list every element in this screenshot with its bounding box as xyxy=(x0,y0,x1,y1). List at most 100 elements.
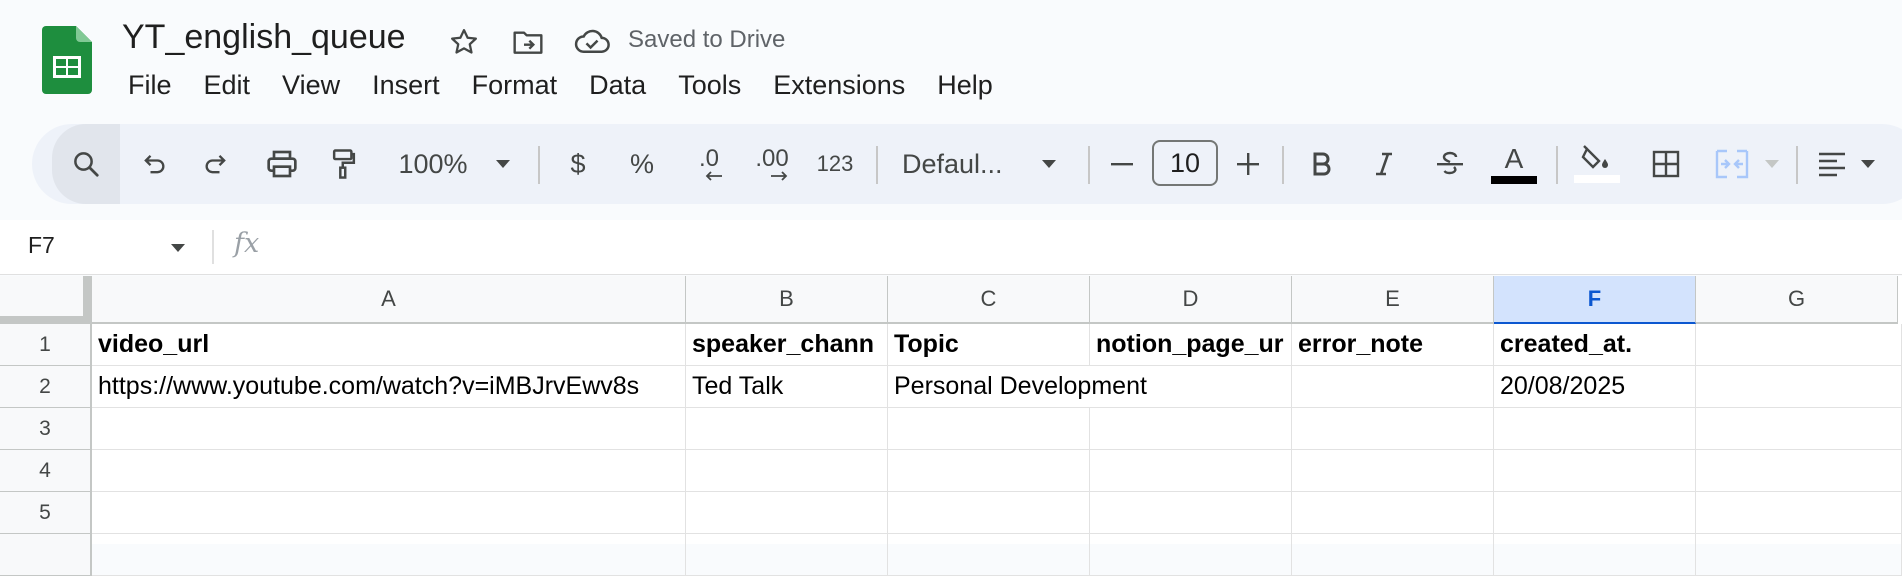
cell-c5[interactable] xyxy=(888,492,1090,534)
menu-data[interactable]: Data xyxy=(573,68,662,102)
star-icon[interactable] xyxy=(446,24,482,60)
cell-e6[interactable] xyxy=(1292,534,1494,576)
cell-f5[interactable] xyxy=(1494,492,1696,534)
cell-c6[interactable] xyxy=(888,534,1090,576)
save-status: Saved to Drive xyxy=(628,26,786,53)
align-dropdown-icon[interactable] xyxy=(1854,124,1882,204)
cell-c3[interactable] xyxy=(888,408,1090,450)
font-family-select[interactable]: Defaul... xyxy=(902,124,1020,204)
fill-color-button[interactable] xyxy=(1572,124,1622,204)
row-header-4[interactable]: 4 xyxy=(0,450,92,492)
cell-b2[interactable]: Ted Talk xyxy=(686,366,888,408)
cell-f3[interactable] xyxy=(1494,408,1696,450)
formula-input[interactable] xyxy=(280,226,1880,266)
more-formats-button[interactable]: 123 xyxy=(810,124,860,204)
cell-e2[interactable] xyxy=(1292,366,1494,408)
cell-f4[interactable] xyxy=(1494,450,1696,492)
cell-g6[interactable] xyxy=(1696,534,1902,576)
strikethrough-icon[interactable] xyxy=(1428,124,1472,204)
cell-d5[interactable] xyxy=(1090,492,1292,534)
row-header-6[interactable] xyxy=(0,534,92,576)
font-size-input[interactable]: 10 xyxy=(1152,140,1218,186)
cell-g5[interactable] xyxy=(1696,492,1902,534)
bold-icon[interactable] xyxy=(1300,124,1344,204)
cell-g4[interactable] xyxy=(1696,450,1902,492)
row-header-1[interactable]: 1 xyxy=(0,324,92,366)
increase-decimal-button[interactable]: .00 xyxy=(744,124,800,204)
cell-f1[interactable]: created_at. xyxy=(1494,324,1696,366)
cell-e1[interactable]: error_note xyxy=(1292,324,1494,366)
menu-edit[interactable]: Edit xyxy=(188,68,267,102)
search-menus-icon[interactable] xyxy=(52,124,120,204)
cell-b5[interactable] xyxy=(686,492,888,534)
cell-e5[interactable] xyxy=(1292,492,1494,534)
menu-extensions[interactable]: Extensions xyxy=(757,68,921,102)
menu-file[interactable]: File xyxy=(112,68,188,102)
cell-g1[interactable] xyxy=(1696,324,1902,366)
menu-tools[interactable]: Tools xyxy=(662,68,757,102)
text-color-swatch xyxy=(1491,176,1537,184)
document-title[interactable]: YT_english_queue xyxy=(122,18,406,57)
cell-c1[interactable]: Topic xyxy=(888,324,1090,366)
undo-icon[interactable] xyxy=(132,124,176,204)
cell-a5[interactable] xyxy=(92,492,686,534)
merge-cells-icon[interactable] xyxy=(1708,124,1756,204)
cell-c2[interactable]: Personal Development xyxy=(888,366,1147,408)
increase-font-size-icon[interactable] xyxy=(1228,124,1268,204)
column-header-a[interactable]: A xyxy=(92,276,686,324)
column-header-b[interactable]: B xyxy=(686,276,888,324)
menu-insert[interactable]: Insert xyxy=(356,68,456,102)
cell-e4[interactable] xyxy=(1292,450,1494,492)
column-header-c[interactable]: C xyxy=(888,276,1090,324)
text-color-button[interactable]: A xyxy=(1490,124,1538,204)
cell-f2[interactable]: 20/08/2025 xyxy=(1494,366,1696,408)
cell-a4[interactable] xyxy=(92,450,686,492)
cell-e3[interactable] xyxy=(1292,408,1494,450)
name-box-dropdown-icon[interactable] xyxy=(170,240,186,258)
font-dropdown-icon[interactable] xyxy=(1034,124,1064,204)
zoom-select[interactable]: 100% xyxy=(388,124,478,204)
cell-g3[interactable] xyxy=(1696,408,1902,450)
sheets-logo-icon[interactable] xyxy=(42,26,92,94)
currency-format-button[interactable]: $ xyxy=(558,124,598,204)
column-header-g[interactable]: G xyxy=(1696,276,1898,324)
menu-help[interactable]: Help xyxy=(921,68,1009,102)
cell-d1[interactable]: notion_page_ur xyxy=(1090,324,1292,366)
column-header-d[interactable]: D xyxy=(1090,276,1292,324)
cell-a6[interactable] xyxy=(92,534,686,576)
cell-b6[interactable] xyxy=(686,534,888,576)
cell-b3[interactable] xyxy=(686,408,888,450)
row-header-3[interactable]: 3 xyxy=(0,408,92,450)
menu-view[interactable]: View xyxy=(266,68,356,102)
cell-c4[interactable] xyxy=(888,450,1090,492)
decrease-font-size-icon[interactable] xyxy=(1102,124,1142,204)
select-all-corner[interactable] xyxy=(0,276,92,324)
cell-a3[interactable] xyxy=(92,408,686,450)
column-header-f[interactable]: F xyxy=(1494,276,1696,324)
cell-b1[interactable]: speaker_chann xyxy=(686,324,888,366)
redo-icon[interactable] xyxy=(194,124,238,204)
cell-a2[interactable]: https://www.youtube.com/watch?v=iMBJrvEw… xyxy=(92,366,686,408)
italic-icon[interactable] xyxy=(1362,124,1406,204)
print-icon[interactable] xyxy=(258,124,306,204)
cell-d3[interactable] xyxy=(1090,408,1292,450)
decrease-decimal-button[interactable]: .0 xyxy=(684,124,734,204)
row-header-5[interactable]: 5 xyxy=(0,492,92,534)
menu-format[interactable]: Format xyxy=(456,68,574,102)
cell-a1[interactable]: video_url xyxy=(92,324,686,366)
zoom-dropdown-icon[interactable] xyxy=(488,124,518,204)
percent-format-button[interactable]: % xyxy=(622,124,662,204)
cell-d6[interactable] xyxy=(1090,534,1292,576)
move-folder-icon[interactable] xyxy=(510,24,546,60)
paint-format-icon[interactable] xyxy=(322,124,366,204)
name-box[interactable]: F7 xyxy=(28,232,55,259)
column-header-e[interactable]: E xyxy=(1292,276,1494,324)
horizontal-align-icon[interactable] xyxy=(1810,124,1854,204)
row-header-2[interactable]: 2 xyxy=(0,366,92,408)
borders-icon[interactable] xyxy=(1644,124,1688,204)
cell-b4[interactable] xyxy=(686,450,888,492)
merge-dropdown-icon[interactable] xyxy=(1758,124,1786,204)
cell-d4[interactable] xyxy=(1090,450,1292,492)
cell-g2[interactable] xyxy=(1696,366,1902,408)
cell-f6[interactable] xyxy=(1494,534,1696,576)
